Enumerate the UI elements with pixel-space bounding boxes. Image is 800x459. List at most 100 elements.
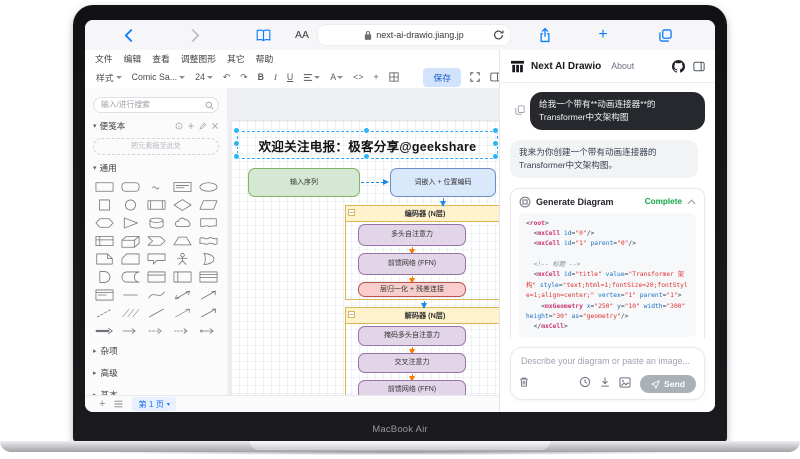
- font-dropdown[interactable]: Comic Sa...: [132, 72, 185, 82]
- prompt-input[interactable]: [519, 355, 700, 367]
- insert-button[interactable]: +: [373, 72, 378, 82]
- shape-dash[interactable]: [117, 287, 143, 304]
- shape-data-storage[interactable]: [117, 269, 143, 286]
- connector[interactable]: [412, 247, 413, 249]
- shape-card[interactable]: [117, 251, 143, 268]
- about-link[interactable]: About: [611, 61, 634, 71]
- connector[interactable]: [412, 276, 413, 278]
- shape-rounded-rectangle[interactable]: [117, 179, 143, 196]
- page-tab[interactable]: 第 1 页▾: [132, 397, 176, 411]
- new-tab-button[interactable]: +: [593, 20, 613, 50]
- scratchpad-dropzone[interactable]: 把元素拖至此处: [93, 138, 219, 155]
- add-icon[interactable]: [187, 122, 195, 130]
- shape-directional-arrow[interactable]: [169, 305, 195, 322]
- shape-textbox[interactable]: [169, 179, 195, 196]
- shape-document[interactable]: [195, 215, 221, 232]
- send-button[interactable]: Send: [640, 375, 696, 393]
- share-button[interactable]: [535, 20, 555, 50]
- attach-image-button[interactable]: [619, 375, 631, 393]
- style-dropdown[interactable]: 样式: [96, 71, 122, 84]
- shape-triangle[interactable]: [117, 215, 143, 232]
- font-size-dropdown[interactable]: 24: [195, 72, 213, 82]
- diagram-node[interactable]: 交叉注意力: [358, 353, 466, 373]
- history-button[interactable]: [579, 375, 591, 393]
- bookmarks-button[interactable]: [253, 20, 273, 50]
- pages-menu-icon[interactable]: [113, 400, 124, 408]
- shape-or[interactable]: [195, 251, 221, 268]
- diagram-node[interactable]: 前馈网络 (FFN): [358, 253, 466, 275]
- bold-button[interactable]: B: [258, 72, 264, 82]
- selection-handle[interactable]: [364, 154, 369, 159]
- menu-其它[interactable]: 其它: [227, 52, 245, 65]
- diagram-canvas[interactable]: 编码器 (N层)–解码器 (N层)–输入序列词嵌入 + 位置编码多头自注意力前馈…: [227, 88, 500, 396]
- shape-square[interactable]: [91, 197, 117, 214]
- shape-dashed-line[interactable]: [91, 305, 117, 322]
- menu-文件[interactable]: 文件: [95, 52, 113, 65]
- shape-trapezoid[interactable]: [169, 233, 195, 250]
- diagram-node[interactable]: 输入序列: [248, 168, 360, 197]
- copy-icon[interactable]: [515, 102, 525, 120]
- shape-and[interactable]: [91, 269, 117, 286]
- panel-toggle-icon[interactable]: [693, 61, 705, 72]
- section-高级[interactable]: ▸高级: [85, 362, 227, 384]
- shape-cube[interactable]: [117, 233, 143, 250]
- shape-ellipse[interactable]: [195, 179, 221, 196]
- selection-handle[interactable]: [493, 154, 498, 159]
- selection-handle[interactable]: [234, 141, 239, 146]
- shape-arrow[interactable]: [117, 323, 143, 340]
- forward-button[interactable]: [185, 20, 205, 50]
- tabs-button[interactable]: [655, 20, 675, 50]
- address-bar[interactable]: next-ai-drawio.jiang.jp: [318, 25, 510, 45]
- shape-link[interactable]: [91, 323, 117, 340]
- shape-curve[interactable]: [143, 287, 169, 304]
- section-general[interactable]: ▾ 通用: [85, 155, 227, 176]
- shape-line[interactable]: [143, 305, 169, 322]
- selection-handle[interactable]: [493, 141, 498, 146]
- shape-process[interactable]: [143, 197, 169, 214]
- info-icon[interactable]: [175, 122, 183, 130]
- shape-horizontal-container[interactable]: [195, 269, 221, 286]
- shape-dot-arrow[interactable]: [195, 323, 221, 340]
- chevron-up-icon[interactable]: [687, 199, 696, 205]
- format-code-button[interactable]: <>: [353, 72, 363, 82]
- shape-rectangle[interactable]: [91, 179, 117, 196]
- shape-cloud[interactable]: [169, 215, 195, 232]
- shape-cylinder[interactable]: [143, 215, 169, 232]
- selection-handle[interactable]: [493, 128, 498, 133]
- redo-button[interactable]: ↷: [240, 72, 247, 83]
- section-scratchpad[interactable]: ▾ 便笺本: [85, 113, 227, 134]
- shape-hexagon[interactable]: [91, 215, 117, 232]
- shape-directional-arrow-2[interactable]: [195, 305, 221, 322]
- connector[interactable]: [412, 347, 413, 349]
- reader-button[interactable]: AA: [292, 20, 312, 50]
- shape-container[interactable]: [143, 269, 169, 286]
- italic-button[interactable]: I: [274, 72, 277, 82]
- shape-thin-lines[interactable]: [117, 305, 143, 322]
- menu-查看[interactable]: 查看: [152, 52, 170, 65]
- diagram-node[interactable]: 词嵌入 + 位置编码: [390, 168, 496, 197]
- shape-diamond[interactable]: [169, 197, 195, 214]
- shape-callout[interactable]: [143, 251, 169, 268]
- diagram-title[interactable]: 欢迎关注电报：极客分享@geekshare: [259, 136, 477, 155]
- diagram-node[interactable]: 掩码多头自注意力: [358, 326, 466, 346]
- shape-bidirectional-arrow[interactable]: [169, 287, 195, 304]
- shape-circle[interactable]: [117, 197, 143, 214]
- diagram-node[interactable]: 前馈网络 (FFN): [358, 380, 466, 396]
- connector[interactable]: [424, 301, 425, 303]
- connector[interactable]: [361, 182, 384, 183]
- menu-调整图形[interactable]: 调整图形: [181, 52, 216, 65]
- selection-handle[interactable]: [234, 154, 239, 159]
- shape-actor[interactable]: [169, 251, 195, 268]
- table-button[interactable]: [389, 72, 399, 82]
- collapse-icon[interactable]: –: [348, 209, 355, 216]
- diagram-node[interactable]: 多头自注意力: [358, 224, 466, 246]
- shape-internal-storage[interactable]: [91, 233, 117, 250]
- shape-dashed-arrow-2[interactable]: [169, 323, 195, 340]
- close-icon[interactable]: [211, 122, 219, 130]
- add-page-button[interactable]: +: [99, 398, 105, 410]
- download-button[interactable]: [600, 375, 610, 393]
- shape-vertical-container[interactable]: [169, 269, 195, 286]
- shape-diagonal-arrow[interactable]: [195, 287, 221, 304]
- collapse-icon[interactable]: –: [348, 311, 355, 318]
- shape-parallelogram[interactable]: [195, 197, 221, 214]
